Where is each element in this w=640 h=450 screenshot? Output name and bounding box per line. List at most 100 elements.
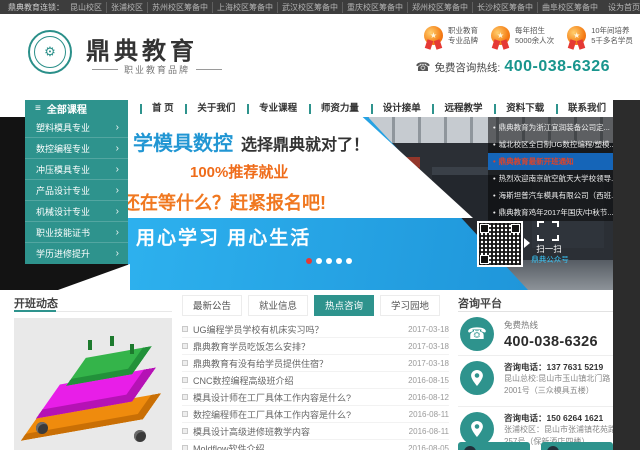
main-section: 开班动态 最新公告 就业信息 热点咨询 学习园地 UG编程学员学校有机床实习吗？… xyxy=(0,290,613,450)
topbar-campus-link[interactable]: 长沙校区筹备中 xyxy=(472,2,537,13)
badge-line: 职业教育 xyxy=(448,26,478,36)
scan-frame-icon xyxy=(537,221,559,241)
badge-line: 5千多名学员 xyxy=(591,36,633,46)
mold-3d-image[interactable] xyxy=(14,318,172,450)
header-badges: ★ 职业教育 专业品牌 ★ 每年招生 5000余人次 ★ 10年间培养 5千多名… xyxy=(424,26,633,46)
list-item[interactable]: 模具设计师在工厂具体工作内容是什么? 2016-08-12 xyxy=(182,389,449,406)
course-menu-item[interactable]: 冲压模具专业 › xyxy=(25,159,128,180)
floating-side-panel[interactable] xyxy=(613,100,640,450)
course-menu-item[interactable]: 塑料模具专业 › xyxy=(25,117,128,138)
topbar-campus-link[interactable]: 重庆校区筹备中 xyxy=(342,2,407,13)
item-date: 2016-08-11 xyxy=(409,410,449,419)
qq-consult-button[interactable] xyxy=(458,442,530,450)
nav-item-remote-teaching[interactable]: 远程教学 xyxy=(432,104,482,114)
chevron-right-icon: › xyxy=(116,122,119,133)
banner-news-item[interactable]: • 热烈欢迎南京航空航天大学校领导... xyxy=(488,170,613,187)
hero-banner: 学模具数控 选择鼎典就对了！ 100%推荐就业 还在等什么？赶紧报名吧! 用心学… xyxy=(0,117,640,290)
topbar-brand: 鼎典教育连锁： xyxy=(8,2,64,13)
course-menu-item[interactable]: 机械设计专业 › xyxy=(25,201,128,222)
carousel-dot-active[interactable] xyxy=(306,258,312,264)
course-menu-item[interactable]: 产品设计专业 › xyxy=(25,180,128,201)
item-date: 2016-08-11 xyxy=(409,427,449,436)
campus-address: 昆山总校:昆山市玉山镇北门路 xyxy=(504,373,610,385)
topbar-campus-link[interactable]: 昆山校区 xyxy=(66,2,106,13)
topbar-campus-link[interactable]: 张浦校区 xyxy=(106,2,147,13)
bullet-icon: • xyxy=(493,191,496,200)
bullet-icon: • xyxy=(493,174,496,183)
topbar-campus-link[interactable]: 曲阜校区筹备中 xyxy=(537,2,602,13)
header: ⚙ 鼎典教育 职业教育品牌 ★ 职业教育 专业品牌 ★ 每年招生 5000余人次 xyxy=(0,14,640,100)
banner-news-item[interactable]: • 鼎典教育鸡年2017年国庆/中秋节... xyxy=(488,204,613,221)
free-hotline-block: ☎ 免费热线 400-038-6326 xyxy=(458,317,613,351)
all-courses-button[interactable]: ≡ 全部课程 xyxy=(25,100,128,117)
opening-classes-title: 开班动态 xyxy=(14,295,58,311)
course-menu-item[interactable]: 学历进修提升 › xyxy=(25,243,128,264)
item-date: 2016-08-05 xyxy=(408,444,449,450)
chevron-right-icon: › xyxy=(116,185,119,196)
banner-news-item[interactable]: • 城北校区全日制UG数控编程/塑模... xyxy=(488,136,613,153)
divider xyxy=(458,355,613,356)
banner-news-item-highlighted[interactable]: • 鼎典教育最新开班通知 xyxy=(488,153,613,170)
carousel-dot[interactable] xyxy=(336,258,342,264)
banner-news-item[interactable]: • 海斯坦普汽车模具有限公司（西班... xyxy=(488,187,613,204)
list-item[interactable]: CNC数控编程高级班介绍 2016-08-15 xyxy=(182,372,449,389)
item-date: 2016-08-15 xyxy=(408,376,449,385)
badge: ★ 10年间培养 5千多名学员 xyxy=(567,26,633,46)
nav-item-contact[interactable]: 联系我们 xyxy=(556,104,606,114)
medal-icon: ★ xyxy=(424,26,443,45)
carousel-dot[interactable] xyxy=(346,258,352,264)
contact-panel: 咨询平台 ☎ 免费热线 400-038-6326 咨询电话：137 7631 5… xyxy=(458,290,613,450)
bullet-icon: • xyxy=(493,208,496,217)
nav-item-downloads[interactable]: 资料下载 xyxy=(494,104,544,114)
list-item[interactable]: 鼎典教育学员吃饭怎么安排？ 2017-03-18 xyxy=(182,338,449,355)
square-bullet-icon xyxy=(182,394,188,400)
all-courses-label: 全部课程 xyxy=(47,101,87,116)
qq-icon xyxy=(464,446,476,450)
topbar-campus-link[interactable]: 苏州校区筹备中 xyxy=(147,2,212,13)
topbar-campus-link[interactable]: 武汉校区筹备中 xyxy=(277,2,342,13)
carousel-dot[interactable] xyxy=(316,258,322,264)
list-item[interactable]: 数控编程师在工厂具体工作内容是什么? 2016-08-11 xyxy=(182,406,449,423)
list-item[interactable]: 模具设计高级进修班教学内容 2016-08-11 xyxy=(182,423,449,440)
site-title[interactable]: 鼎典教育 xyxy=(86,31,198,66)
tab-hot-questions[interactable]: 热点咨询 xyxy=(314,295,374,316)
nav-item-home[interactable]: 首 页 xyxy=(140,104,174,114)
course-menu-item[interactable]: 职业技能证书 › xyxy=(25,222,128,243)
qr-code xyxy=(477,221,523,267)
banner-news-item[interactable]: • 鼎典教育为浙江宜润装备公司定... xyxy=(488,119,613,136)
list-item[interactable]: UG编程学员学校有机床实习吗？ 2017-03-18 xyxy=(182,321,449,338)
square-bullet-icon xyxy=(182,326,188,332)
headline-highlight: 学模具数控 xyxy=(133,127,233,156)
banner-white-triangle xyxy=(58,264,130,290)
list-item[interactable]: Moldflow软件介绍 2016-08-05 xyxy=(182,440,449,450)
banner-slogan: 用心学习 用心生活 xyxy=(136,223,311,250)
tab-study-corner[interactable]: 学习园地 xyxy=(380,295,440,316)
contact-panel-title: 咨询平台 xyxy=(458,295,502,311)
nav-item-courses[interactable]: 专业课程 xyxy=(247,104,297,114)
badge-text: 职业教育 专业品牌 xyxy=(448,26,478,46)
navbar: ≡ 全部课程 首 页 关于我们 专业课程 师资力量 设计接单 远程教学 资料下载… xyxy=(0,100,613,117)
badge: ★ 职业教育 专业品牌 xyxy=(424,26,478,46)
tab-employment-info[interactable]: 就业信息 xyxy=(248,295,308,316)
topbar-utility-links: 设为首页 加入收藏 地理位置 xyxy=(602,2,640,13)
nav-item-teachers[interactable]: 师资力量 xyxy=(309,104,359,114)
phone-icon: ☎ xyxy=(460,317,494,351)
topbar-campus-link[interactable]: 郑州校区筹备中 xyxy=(407,2,472,13)
site-subtitle-text: 职业教育品牌 xyxy=(124,63,190,76)
menu-icon: ≡ xyxy=(35,103,41,114)
list-item[interactable]: 鼎典教育有没有给学员提供住宿？ 2017-03-18 xyxy=(182,355,449,372)
nav-item-design-orders[interactable]: 设计接单 xyxy=(371,104,421,114)
course-menu-item[interactable]: 数控编程专业 › xyxy=(25,138,128,159)
topbar-campus-link[interactable]: 上海校区筹备中 xyxy=(212,2,277,13)
carousel-dot[interactable] xyxy=(326,258,332,264)
medal-icon: ★ xyxy=(491,26,510,45)
qq-consult-button[interactable] xyxy=(541,442,613,450)
tab-latest-notices[interactable]: 最新公告 xyxy=(182,295,242,316)
set-homepage-link[interactable]: 设为首页 xyxy=(602,2,640,13)
square-bullet-icon xyxy=(182,411,188,417)
chevron-right-icon: › xyxy=(116,227,119,238)
qq-consult-buttons xyxy=(458,442,613,450)
headline-rest: 选择鼎典就对了！ xyxy=(241,131,369,155)
nav-item-about[interactable]: 关于我们 xyxy=(185,104,235,114)
logo-emblem[interactable]: ⚙ xyxy=(28,30,72,74)
